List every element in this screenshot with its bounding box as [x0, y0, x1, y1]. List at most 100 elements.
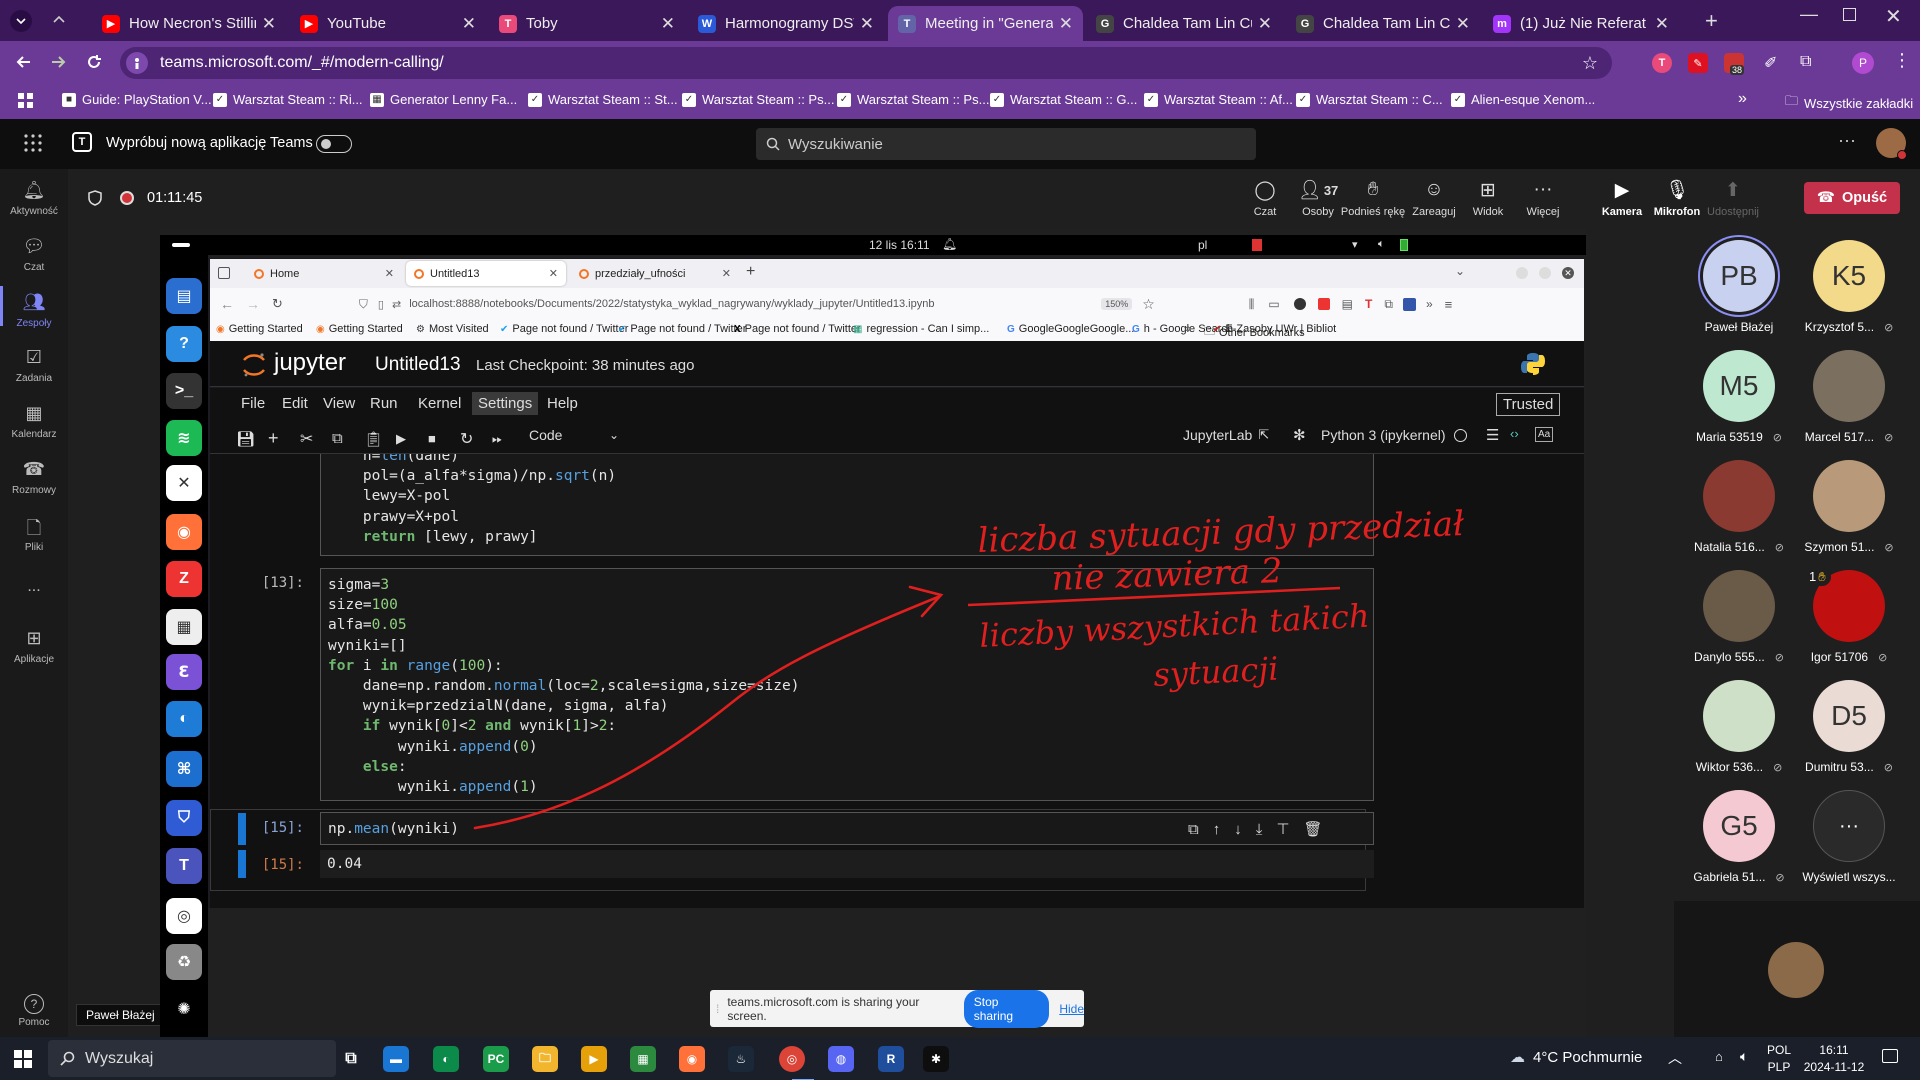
participant-tile[interactable]: M5 Maria 53519 ⊘ — [1684, 350, 1794, 444]
new-tab-button[interactable]: + — [1705, 8, 1718, 34]
firefox-bookmark[interactable]: ◉ Getting Started — [216, 323, 303, 335]
menu-run[interactable]: Run — [364, 392, 404, 415]
trusted-indicator[interactable]: Trusted — [1496, 393, 1561, 416]
bookmark-item[interactable]: ▦ Generator Lenny Fa... — [370, 92, 517, 107]
shield-icon[interactable] — [88, 190, 102, 206]
restart-icon[interactable]: ↻ — [460, 429, 492, 449]
firefox-bookmark[interactable]: ▦ regression - Can I simp... — [853, 323, 989, 335]
bookmark-item[interactable]: ✓ Warsztat Steam :: C... — [1296, 92, 1443, 107]
participant-tile[interactable]: Marcel 517... ⊘ — [1794, 350, 1904, 444]
zoom-level[interactable]: 150% — [1101, 298, 1133, 310]
participant-tile[interactable]: Natalia 516... ⊘ — [1684, 460, 1794, 554]
eyedropper-icon[interactable]: ✐ — [1764, 53, 1777, 73]
sidebar-icon[interactable]: ▭ — [1268, 297, 1279, 311]
rail-item-aktywność[interactable]: 🔔︎ Aktywność — [0, 180, 68, 217]
teams-search-input[interactable]: Wyszukiwanie — [756, 128, 1256, 160]
rail-item-rozmowy[interactable]: ☎ Rozmowy — [0, 459, 68, 496]
dock-app-icon[interactable]: Z — [166, 561, 202, 597]
windows-search-box[interactable]: Wyszukaj — [48, 1040, 336, 1077]
dock-app-icon[interactable]: T — [166, 848, 202, 884]
system-clock[interactable]: 16:11 2024-11-12 — [1800, 1042, 1868, 1076]
rail-help[interactable]: ? Pomoc — [0, 994, 68, 1028]
app-launcher-icon[interactable] — [24, 134, 42, 152]
browser-tab[interactable]: T Toby ✕ — [489, 6, 685, 41]
bookmarks-overflow-icon[interactable]: » — [1738, 90, 1747, 108]
taskbar-app-icon[interactable]: PC — [483, 1046, 509, 1072]
apps-grid-icon[interactable] — [18, 93, 34, 109]
bookmark-item[interactable]: ✓ Warsztat Steam :: St... — [528, 92, 678, 107]
library-icon[interactable]: ⫼ — [1249, 297, 1255, 312]
taskbar-app-icon[interactable]: ◎ — [779, 1046, 805, 1072]
notebook-title[interactable]: Untitled13 — [375, 354, 461, 376]
run-icon[interactable]: ▶ — [396, 431, 428, 447]
dock-app-icon[interactable]: ≋ — [166, 420, 202, 456]
rail-more-button[interactable]: ... — [0, 578, 68, 596]
firefox-new-tab-button[interactable]: + — [746, 263, 755, 281]
dock-app-icon[interactable]: Ꜫ — [166, 654, 202, 690]
browser-tab[interactable]: ▶ How Necron's Stilling Af ✕ — [92, 6, 286, 41]
tab-close-icon[interactable]: ✕ — [661, 14, 675, 34]
firefox-bookmark-star-icon[interactable]: ☆ — [1142, 296, 1155, 313]
taskbar-app-icon[interactable]: ◉ — [679, 1046, 705, 1072]
taskbar-app-icon[interactable]: 🗀 — [532, 1046, 558, 1072]
dock-app-icon[interactable]: ⌘ — [166, 751, 202, 787]
menu-edit[interactable]: Edit — [276, 392, 314, 415]
menu-help[interactable]: Help — [541, 392, 584, 415]
drag-handle-icon[interactable]: ⁞ — [716, 1002, 719, 1016]
firefox-bookmark[interactable]: ✔ Page not found / Twitter — [618, 323, 746, 335]
participant-tile[interactable]: ··· Wyświetl wszys... — [1794, 790, 1904, 884]
dock-app-icon[interactable]: ✕ — [166, 465, 202, 501]
tab-close-icon[interactable]: ✕ — [1059, 14, 1073, 34]
firefox-back-icon[interactable]: ← — [220, 296, 234, 312]
taskbar-app-icon[interactable]: ▬ — [383, 1046, 409, 1072]
firefox-url[interactable]: localhost:8888/notebooks/Documents/2022/… — [409, 298, 969, 310]
participant-tile[interactable]: K5 Krzysztof 5... ⊘ — [1794, 240, 1904, 334]
firefox-tab[interactable]: Untitled13 ✕ — [406, 261, 566, 286]
taskbar-app-icon[interactable]: ⧉ — [338, 1046, 364, 1072]
firefox-forward-icon[interactable]: → — [246, 296, 260, 312]
dock-app-icon[interactable]: ◎ — [166, 898, 202, 934]
dock-app-icon[interactable]: ◐ — [166, 701, 202, 737]
settings-more-icon[interactable]: ··· — [1838, 130, 1856, 151]
dock-app-icon[interactable]: ? — [166, 326, 202, 362]
taskbar-app-icon[interactable]: R — [878, 1046, 904, 1072]
start-icon[interactable] — [14, 1050, 32, 1068]
text-extension-icon[interactable]: T — [1365, 297, 1372, 311]
bookmark-item[interactable]: ✓ Warsztat Steam :: Ps... — [837, 92, 989, 107]
extension-dark-icon[interactable] — [1293, 298, 1306, 310]
stop-sharing-button[interactable]: Stop sharing — [963, 989, 1050, 1028]
taskbar-app-icon[interactable]: ◐ — [433, 1046, 459, 1072]
reload-icon[interactable] — [84, 52, 104, 72]
tab-close-icon[interactable]: ✕ — [462, 14, 476, 34]
network-tray-icon[interactable]: ⌂ — [1715, 1049, 1723, 1064]
forward-icon[interactable] — [48, 52, 68, 72]
copy-icon[interactable]: ⧉ — [332, 430, 364, 447]
tab-close-icon[interactable]: ✕ — [549, 267, 558, 280]
firefox-bookmark[interactable]: ◉ Getting Started — [316, 323, 403, 335]
extensions-puzzle-icon[interactable]: ⧉ — [1800, 53, 1811, 71]
firefox-minimize-button[interactable] — [1516, 267, 1528, 279]
input-language[interactable]: POL PLP — [1767, 1042, 1791, 1076]
bookmark-item[interactable]: ✓ Alien-esque Xenom... — [1451, 92, 1595, 107]
browser-tab[interactable]: W Harmonogramy DSW - F ✕ — [688, 6, 884, 41]
control-view[interactable]: ⊞ Widok — [1464, 178, 1512, 219]
address-bar[interactable]: teams.microsoft.com/_#/modern-calling/ ☆ — [120, 47, 1612, 79]
menu-kernel[interactable]: Kernel — [412, 392, 467, 415]
hide-sharing-link[interactable]: Hide — [1059, 1002, 1084, 1016]
bookmark-item[interactable]: ✓ Warsztat Steam :: Ps... — [682, 92, 834, 107]
back-icon[interactable] — [14, 52, 34, 72]
control-more[interactable]: ··· Więcej — [1519, 178, 1567, 218]
participant-tile[interactable]: D5 Dumitru 53... ⊘ — [1794, 680, 1904, 774]
bookmark-item[interactable]: ✓ Warsztat Steam :: Af... — [1144, 92, 1293, 107]
participant-tile[interactable]: G5 Gabriela 51... ⊘ — [1684, 790, 1794, 884]
insert-cell-icon[interactable]: + — [268, 428, 300, 449]
all-bookmarks-folder[interactable]: 🗀 Wszystkie zakładki — [1785, 92, 1913, 114]
firefox-tab[interactable]: Home ✕ — [246, 261, 402, 286]
firefox-bookmarks-overflow-icon[interactable]: » — [1185, 323, 1191, 335]
reader-icon[interactable]: ▤ — [1342, 297, 1353, 311]
rail-item-aplikacje[interactable]: ⊞ Aplikacje — [0, 628, 68, 665]
leave-button[interactable]: ☎ Opuść — [1804, 182, 1900, 214]
save-icon[interactable]: 💾︎ — [236, 430, 268, 448]
menu-settings[interactable]: Settings — [472, 392, 539, 415]
browser-tab[interactable]: m (1) Już Nie Referat | Mes ✕ — [1483, 6, 1679, 41]
